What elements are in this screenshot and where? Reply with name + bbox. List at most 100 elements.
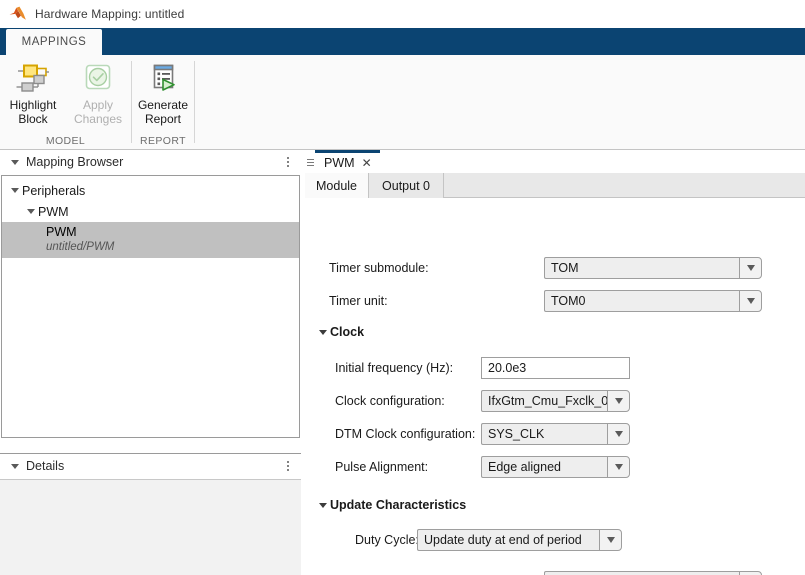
initial-frequency-label: Initial frequency (Hz):	[335, 361, 453, 375]
apply-changes-line1: Apply	[83, 98, 113, 112]
tab-module[interactable]: Module	[305, 173, 369, 198]
pulse-alignment-select[interactable]: Edge aligned	[481, 456, 630, 478]
pulse-alignment-label: Pulse Alignment:	[335, 460, 428, 474]
initial-frequency-input[interactable]: 20.0e3	[481, 357, 630, 379]
timer-submodule-label: Timer submodule:	[329, 261, 429, 275]
drag-grip-icon[interactable]	[305, 153, 315, 171]
hardware-mapping-window: Hardware Mapping: untitled MAPPINGS	[0, 0, 805, 575]
ribbon-tab-mappings[interactable]: MAPPINGS	[6, 29, 102, 55]
chevron-down-icon[interactable]	[739, 290, 762, 312]
caret-down-icon[interactable]	[6, 464, 24, 469]
details-header: Details	[0, 454, 301, 479]
section-clock-header[interactable]: Clock	[319, 325, 364, 339]
apply-changes-label: ApplyChanges	[74, 98, 122, 126]
chevron-down-icon[interactable]	[607, 423, 630, 445]
chevron-down-icon[interactable]	[607, 456, 630, 478]
mapping-browser-tree: Peripherals PWM PWM untitled/PWM	[1, 175, 300, 438]
clock-configuration-value: IfxGtm_Cmu_Fxclk_0	[481, 390, 607, 412]
tree-node-pwm-path: untitled/PWM	[46, 240, 299, 255]
ribbon-toolbar: HighlightBlock ApplyChanges MODEL	[0, 55, 805, 150]
tab-module-label: Module	[316, 179, 357, 193]
ribbon-tab-mappings-label: MAPPINGS	[22, 36, 87, 48]
window-title: Hardware Mapping: untitled	[35, 7, 184, 21]
chevron-down-icon[interactable]	[739, 257, 762, 279]
check-circle-icon	[82, 61, 114, 95]
tree-root: Peripherals PWM PWM untitled/PWM	[2, 176, 299, 258]
sub-tab-bar: Module Output 0	[305, 173, 805, 198]
highlight-block-line1: Highlight	[10, 98, 57, 112]
timer-unit-label: Timer unit:	[329, 294, 388, 308]
caret-down-icon[interactable]	[8, 188, 22, 193]
timer-submodule-row: Timer submodule:	[329, 257, 429, 279]
generate-report-button[interactable]: GenerateReport	[132, 55, 194, 133]
dtm-clock-configuration-value: SYS_CLK	[481, 423, 607, 445]
pulse-alignment-value: Edge aligned	[481, 456, 607, 478]
tab-output-0-label: Output 0	[382, 179, 430, 193]
tree-node-pwm-selected[interactable]: PWM untitled/PWM	[2, 222, 299, 258]
initial-frequency-row: Initial frequency (Hz):	[335, 357, 453, 379]
highlight-block-label: HighlightBlock	[10, 98, 57, 126]
ribbon-group-report-label: REPORT	[132, 135, 194, 147]
clock-configuration-row: Clock configuration:	[335, 390, 445, 412]
document-tab-pwm-label: PWM	[324, 156, 355, 170]
timer-unit-row: Timer unit:	[329, 290, 388, 312]
timer-submodule-select[interactable]: TOM	[544, 257, 762, 279]
timer-unit-select[interactable]: TOM0	[544, 290, 762, 312]
dtm-clock-configuration-select[interactable]: SYS_CLK	[481, 423, 630, 445]
tab-output-0[interactable]: Output 0	[369, 173, 444, 198]
chevron-down-icon[interactable]	[599, 529, 622, 551]
details-panel: Details	[0, 453, 301, 575]
ribbon-group-model-label: MODEL	[0, 135, 131, 147]
duty-cycle-label: Duty Cycle:	[355, 533, 419, 547]
generate-report-label: GenerateReport	[138, 98, 188, 126]
clock-configuration-select[interactable]: IfxGtm_Cmu_Fxclk_0	[481, 390, 630, 412]
tree-node-peripherals[interactable]: Peripherals	[2, 180, 299, 201]
duty-cycle-row: Duty Cycle:	[355, 529, 419, 551]
initial-frequency-value: 20.0e3	[488, 361, 526, 375]
title-bar: Hardware Mapping: untitled	[0, 0, 805, 28]
ribbon-group-report: GenerateReport REPORT	[132, 55, 194, 149]
interrupt-type-value: None	[544, 571, 739, 575]
interrupt-type-row: Interrupt Type	[309, 571, 386, 575]
mapping-browser-kebab-menu-icon[interactable]	[287, 157, 289, 167]
timer-unit-value: TOM0	[544, 290, 739, 312]
interrupt-type-select[interactable]: None	[544, 571, 762, 575]
document-tab-pwm[interactable]: PWM ✕	[315, 150, 380, 173]
left-panel-column: Mapping Browser Peripherals PWM PWM unti…	[0, 150, 301, 575]
caret-down-icon[interactable]	[24, 209, 38, 214]
caret-down-icon	[319, 503, 327, 508]
blocks-highlight-icon	[16, 61, 50, 95]
dtm-clock-configuration-row: DTM Clock configuration:	[335, 423, 475, 445]
ribbon-group-model: HighlightBlock ApplyChanges MODEL	[0, 55, 131, 149]
generate-report-line2: Report	[145, 112, 181, 126]
module-settings-form: Timer submodule: TOM Timer unit: TOM0 Cl…	[305, 199, 805, 575]
timer-submodule-value: TOM	[544, 257, 739, 279]
tree-node-peripherals-label: Peripherals	[22, 184, 85, 198]
tree-node-pwm-group[interactable]: PWM	[2, 201, 299, 222]
duty-cycle-value: Update duty at end of period	[417, 529, 599, 551]
chevron-down-icon[interactable]	[739, 571, 762, 575]
section-update-characteristics-header[interactable]: Update Characteristics	[319, 498, 466, 512]
matlab-logo-icon	[9, 6, 28, 22]
details-body	[0, 479, 301, 575]
close-icon[interactable]: ✕	[362, 157, 372, 169]
right-panel-column: PWM ✕ Module Output 0 Timer submodule: T…	[305, 150, 805, 575]
caret-down-icon	[319, 330, 327, 335]
section-update-characteristics-title: Update Characteristics	[330, 498, 466, 512]
tree-node-pwm-name: PWM	[46, 225, 299, 240]
mapping-browser-header: Mapping Browser	[0, 150, 301, 175]
ribbon-group-divider-2	[194, 61, 195, 143]
highlight-block-button[interactable]: HighlightBlock	[0, 55, 66, 133]
tree-node-pwm-group-label: PWM	[38, 205, 69, 219]
apply-changes-button[interactable]: ApplyChanges	[66, 55, 130, 133]
details-kebab-menu-icon[interactable]	[287, 461, 289, 471]
highlight-block-line2: Block	[18, 112, 47, 126]
ribbon-tab-strip: MAPPINGS	[0, 28, 805, 55]
caret-down-icon[interactable]	[6, 160, 24, 165]
mapping-browser-title: Mapping Browser	[26, 155, 123, 169]
duty-cycle-select[interactable]: Update duty at end of period	[417, 529, 622, 551]
clock-configuration-label: Clock configuration:	[335, 394, 445, 408]
chevron-down-icon[interactable]	[607, 390, 630, 412]
pulse-alignment-row: Pulse Alignment:	[335, 456, 428, 478]
apply-changes-line2: Changes	[74, 112, 122, 126]
